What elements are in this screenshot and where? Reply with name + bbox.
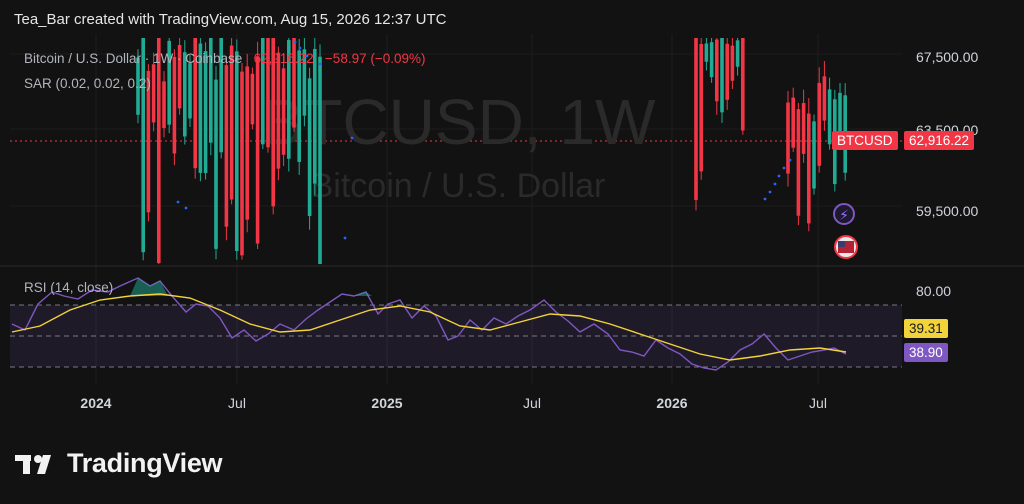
symbol-legend: Bitcoin / U.S. Dollar · 1W · Coinbase 62… xyxy=(24,51,426,66)
candle-body xyxy=(313,48,317,184)
candle-body xyxy=(250,73,255,125)
symbol-label: Bitcoin / U.S. Dollar · 1W · Coinbase xyxy=(24,51,243,66)
candle-body xyxy=(720,38,724,113)
candle-body xyxy=(318,56,322,264)
candle-body xyxy=(188,63,192,119)
rsi-axis-label: 80.00 xyxy=(916,283,951,299)
candle-body xyxy=(255,56,260,244)
candle-body xyxy=(822,76,827,121)
candle-body xyxy=(741,38,745,131)
sar-dot xyxy=(343,236,347,240)
price-axis-label: 67,500.00 xyxy=(916,49,978,65)
candle-body xyxy=(172,56,177,154)
candle-body xyxy=(157,38,161,264)
time-axis-label: Jul xyxy=(228,395,246,411)
candle-body xyxy=(297,50,301,162)
candle-body xyxy=(151,64,156,123)
tradingview-wordmark: TradingView xyxy=(67,448,223,478)
rsi-value-tag: 38.90 xyxy=(904,343,948,362)
sar-dot xyxy=(782,166,786,170)
symbol-price-tag: BTCUSD xyxy=(832,131,898,150)
sar-dot xyxy=(763,197,767,201)
sar-dot xyxy=(298,46,302,50)
sar-dot xyxy=(293,40,297,44)
sar-dot xyxy=(788,158,792,162)
candle-body xyxy=(276,52,281,169)
candle-body xyxy=(214,79,218,249)
chart-area[interactable]: BTCUSD, 1W Bitcoin / U.S. Dollar 67,500.… xyxy=(0,34,1024,424)
candle-body xyxy=(801,103,806,154)
tradingview-logo: TradingView xyxy=(15,448,223,479)
candle-body xyxy=(699,44,703,172)
candle-body xyxy=(229,45,234,200)
candle-body xyxy=(735,40,740,67)
candle-body xyxy=(827,89,832,145)
lightning-icon-glyph: ⚡ xyxy=(839,207,849,223)
candle-body xyxy=(245,66,249,220)
candle-body xyxy=(162,81,166,129)
candle-body xyxy=(224,65,229,227)
candle-body xyxy=(838,92,842,134)
sar-dot xyxy=(350,136,354,140)
candle-body xyxy=(807,113,811,224)
sar-dot xyxy=(777,174,781,178)
chart-header: Tea_Bar created with TradingView.com, Au… xyxy=(14,11,447,28)
sar-dot xyxy=(768,190,772,194)
candle-body xyxy=(725,43,729,100)
price-axis-label: 59,500.00 xyxy=(916,203,978,219)
candle-body xyxy=(791,97,795,148)
time-axis-label: Jul xyxy=(809,395,827,411)
candle-body xyxy=(812,121,816,189)
candle-body xyxy=(715,39,719,102)
candle-body xyxy=(281,68,286,155)
sar-dot xyxy=(773,182,777,186)
candle-body xyxy=(709,42,714,78)
rsi-ma-value-tag: 39.31 xyxy=(904,319,948,338)
tradingview-logo-icon xyxy=(15,454,51,474)
candle-body xyxy=(730,45,735,81)
sar-dot xyxy=(176,200,180,204)
candle-body xyxy=(786,102,790,174)
candle-body xyxy=(235,51,239,252)
candle-body xyxy=(146,70,151,213)
us-flag-canton xyxy=(838,241,845,247)
time-axis-label: 2024 xyxy=(80,395,111,411)
legend-price: 62,916.22 xyxy=(253,51,314,66)
candle-body xyxy=(307,78,312,217)
candle-body xyxy=(817,82,821,166)
rsi-overbought-fill xyxy=(130,278,168,296)
candle-body xyxy=(141,38,145,253)
time-axis-label: 2025 xyxy=(371,395,402,411)
sar-legend: SAR (0.02, 0.02, 0.2) xyxy=(24,76,151,91)
time-axis-label: 2026 xyxy=(656,395,687,411)
time-axis-label: Jul xyxy=(523,395,541,411)
sar-dot xyxy=(184,206,188,210)
candle-body xyxy=(704,43,709,62)
legend-change: −58.97 (−0.09%) xyxy=(324,51,426,66)
last-price-tag: 62,916.22 xyxy=(904,131,975,150)
rsi-legend: RSI (14, close) xyxy=(24,280,114,295)
candle-body xyxy=(694,38,698,200)
price-chart-svg[interactable]: BTCUSD, 1W Bitcoin / U.S. Dollar 67,500.… xyxy=(0,34,1024,424)
candle-body xyxy=(240,71,244,256)
candle-body xyxy=(203,51,208,174)
candle-body xyxy=(796,109,801,216)
watermark-name: Bitcoin / U.S. Dollar xyxy=(311,167,606,205)
